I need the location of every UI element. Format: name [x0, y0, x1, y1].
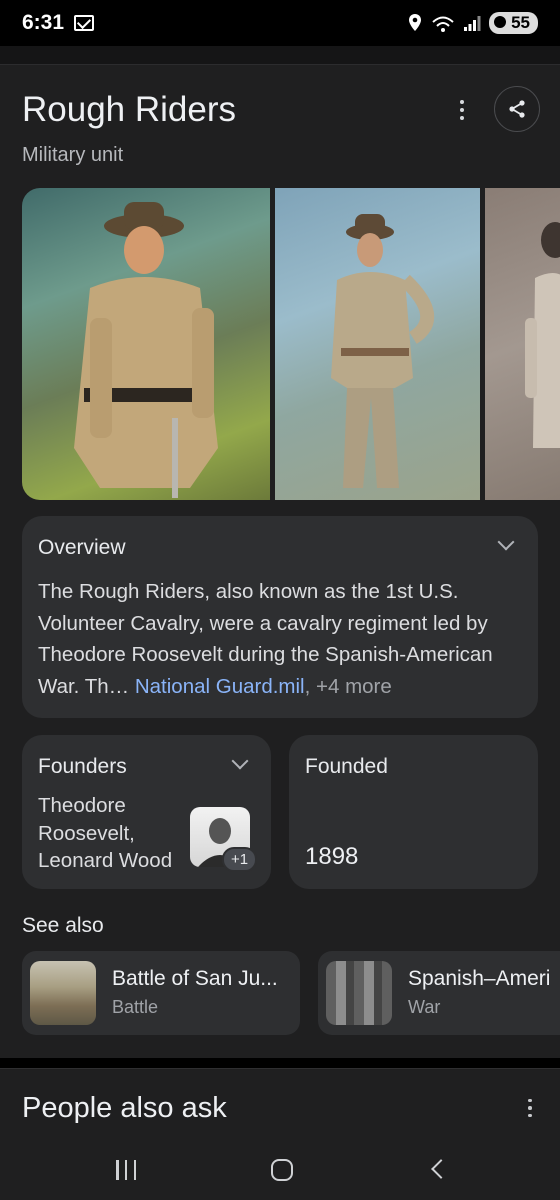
- status-bar: 6:31 55: [0, 0, 560, 46]
- see-also-title: Spanish–Ameri: [408, 967, 551, 990]
- rough-rider-figure-3: [525, 222, 560, 448]
- founded-card: Founded 1898: [289, 735, 538, 889]
- chevron-down-icon[interactable]: [231, 752, 249, 770]
- see-also-item[interactable]: Spanish–Ameri War: [318, 951, 560, 1035]
- founded-year: 1898: [305, 843, 359, 870]
- wifi-6e-icon: [432, 16, 454, 32]
- carousel-image-3[interactable]: [485, 188, 560, 500]
- status-time: 6:31: [22, 11, 65, 34]
- people-also-ask-title: People also ask: [22, 1092, 227, 1124]
- overview-heading: Overview: [38, 536, 126, 559]
- overview-card[interactable]: Overview The Rough Riders, also known as…: [22, 516, 538, 718]
- see-also-item[interactable]: Battle of San Ju... Battle: [22, 951, 300, 1035]
- location-icon: [409, 14, 422, 31]
- recents-icon[interactable]: [116, 1160, 136, 1180]
- share-icon: [509, 100, 525, 118]
- see-also-subtitle: War: [408, 997, 441, 1017]
- panel-subtitle: Military unit: [22, 144, 124, 166]
- chevron-down-icon[interactable]: [497, 533, 515, 551]
- founders-value: Theodore Roosevelt, Leonard Wood: [38, 794, 173, 872]
- more-vert-icon[interactable]: [452, 96, 472, 124]
- founders-heading: Founders: [38, 755, 127, 778]
- rough-rider-figure-1: [74, 202, 218, 498]
- share-button[interactable]: [494, 86, 540, 132]
- signal-icon: [464, 16, 481, 31]
- founders-card[interactable]: Founders Theodore Roosevelt, Leonard Woo…: [22, 735, 271, 889]
- mail-icon: [74, 15, 95, 31]
- panel-title: Rough Riders: [22, 90, 236, 129]
- more-sources-link[interactable]: , +4 more: [305, 675, 392, 698]
- image-carousel[interactable]: [22, 188, 560, 500]
- status-icons: 55: [407, 12, 538, 34]
- see-also-thumbnail: [326, 961, 392, 1025]
- more-vert-icon[interactable]: [520, 1098, 540, 1118]
- battery-icon: 55: [489, 12, 538, 34]
- see-also-heading: See also: [22, 914, 104, 937]
- overview-text: The Rough Riders, also known as the 1st …: [38, 576, 528, 702]
- see-also-title: Battle of San Ju...: [112, 967, 278, 990]
- carousel-image-1[interactable]: [22, 188, 270, 500]
- founders-extra-badge: +1: [222, 847, 258, 872]
- rough-rider-figure-2: [331, 214, 435, 488]
- see-also-subtitle: Battle: [112, 997, 159, 1017]
- carousel-image-2[interactable]: [275, 188, 480, 500]
- founded-heading: Founded: [305, 755, 388, 778]
- home-icon[interactable]: [271, 1159, 293, 1181]
- overview-ellipsis: …: [108, 674, 130, 698]
- see-also-thumbnail: [30, 961, 96, 1025]
- source-link[interactable]: National Guard.mil: [135, 675, 305, 698]
- app-top-strip: [0, 46, 560, 64]
